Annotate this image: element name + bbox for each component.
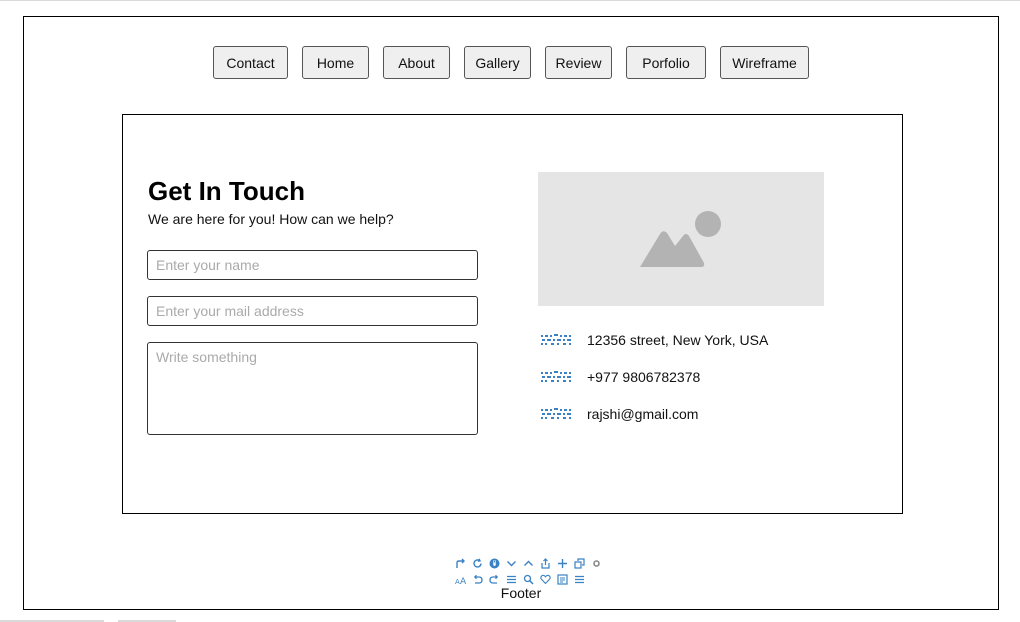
name-input[interactable] [147,250,478,280]
broken-image-icon [541,371,571,382]
email-text: rajshi@gmail.com [587,406,699,422]
footer-label: Footer [500,585,542,601]
phone-text: +977 9806782378 [587,369,701,385]
page-frame: Contact Home About Gallery Review Porfol… [23,16,999,610]
redo-arrow-icon[interactable] [454,557,467,570]
search-icon[interactable] [522,573,535,586]
chevron-up-icon[interactable] [522,557,535,570]
top-divider [0,0,1020,1]
share-icon[interactable] [539,557,552,570]
address-row: 12356 street, New York, USA [541,330,768,350]
contact-image-placeholder [538,172,824,306]
align-icon[interactable] [505,573,518,586]
nav-gallery-button[interactable]: Gallery [464,46,531,79]
nav-portfolio-button[interactable]: Porfolio [626,46,706,79]
broken-image-icon [541,334,571,345]
chevron-down-icon[interactable] [505,557,518,570]
heart-icon[interactable] [539,573,552,586]
nav-home-button[interactable]: Home [302,46,369,79]
email-input[interactable] [147,296,478,326]
mouse-icon[interactable] [488,557,501,570]
redo-icon[interactable] [488,573,501,586]
toolbar-row-top [454,555,604,571]
text-size-icon[interactable]: AA [454,573,467,586]
contact-card: Get In Touch We are here for you! How ca… [122,114,903,514]
settings-dot-icon[interactable] [590,557,603,570]
nav-contact-button[interactable]: Contact [213,46,288,79]
nav-about-button[interactable]: About [383,46,450,79]
image-placeholder-icon [639,211,721,267]
copy-icon[interactable] [556,573,569,586]
menu-icon[interactable] [573,573,586,586]
broken-image-icon [541,408,571,419]
refresh-icon[interactable] [471,557,484,570]
nav-review-button[interactable]: Review [545,46,612,79]
nav-wireframe-button[interactable]: Wireframe [720,46,809,79]
duplicate-icon[interactable] [573,557,586,570]
message-textarea[interactable] [147,342,478,435]
address-text: 12356 street, New York, USA [587,332,769,348]
email-row: rajshi@gmail.com [541,404,698,424]
top-navigation: Contact Home About Gallery Review Porfol… [24,46,1000,80]
svg-text:A: A [460,577,466,585]
contact-subtitle: We are here for you! How can we help? [148,211,394,227]
phone-row: +977 9806782378 [541,367,700,387]
contact-title: Get In Touch [148,176,305,206]
plus-icon[interactable] [556,557,569,570]
undo-icon[interactable] [471,573,484,586]
